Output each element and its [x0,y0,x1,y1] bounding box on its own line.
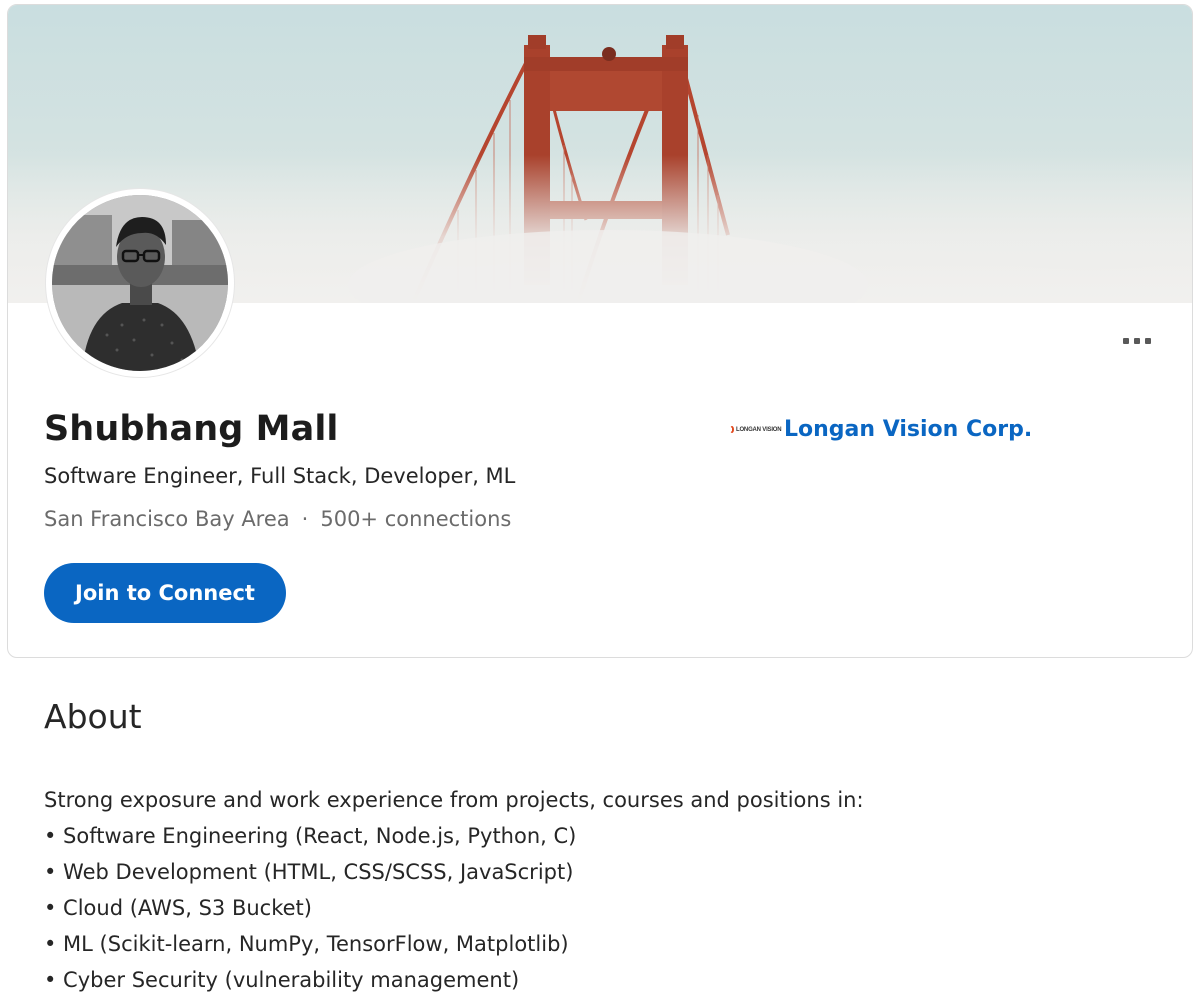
company-logo: LONGAN VISION [730,420,782,440]
profile-headline: Software Engineer, Full Stack, Developer… [44,464,516,488]
profile-card: Shubhang Mall Software Engineer, Full St… [7,4,1193,658]
join-to-connect-button[interactable]: Join to Connect [44,563,286,623]
profile-photo [52,195,228,371]
more-horizontal-icon [1123,338,1129,344]
about-heading: About [44,697,142,736]
connections-count: 500+ connections [320,507,512,531]
more-options-button[interactable] [1112,323,1162,359]
more-horizontal-icon-dot [1134,338,1140,344]
about-list-item: • Cyber Security (vulnerability manageme… [44,968,520,992]
about-intro: Strong exposure and work experience from… [44,788,864,812]
profile-meta: San Francisco Bay Area · 500+ connections [44,507,511,531]
company-logo-mark [730,426,734,433]
company-name: Longan Vision Corp. [784,417,1033,442]
about-list-item: • ML (Scikit-learn, NumPy, TensorFlow, M… [44,932,569,956]
location: San Francisco Bay Area [44,507,290,531]
about-text: Strong exposure and work experience from… [44,782,864,998]
about-list-item: • Software Engineering (React, Node.js, … [44,824,577,848]
more-horizontal-icon-dot [1145,338,1151,344]
current-company-link[interactable]: LONGAN VISION Longan Vision Corp. [730,417,1032,442]
meta-separator: · [301,507,309,531]
about-list-item: • Cloud (AWS, S3 Bucket) [44,896,312,920]
about-list-item: • Web Development (HTML, CSS/SCSS, JavaS… [44,860,574,884]
company-logo-text: LONGAN VISION [736,426,782,433]
avatar[interactable] [46,189,234,377]
profile-name: Shubhang Mall [44,409,339,449]
